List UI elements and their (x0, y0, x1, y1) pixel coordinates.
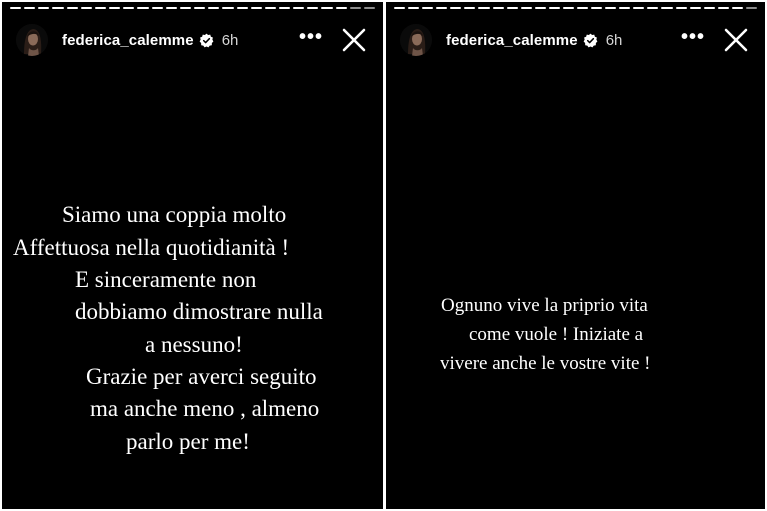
close-icon[interactable] (341, 27, 367, 53)
avatar[interactable] (16, 24, 48, 56)
story-text-line: E sinceramente non (75, 267, 257, 292)
story-text-line: Affettuosa nella quotidianità ! (13, 235, 290, 260)
story-text-line: Ognuno vive la priprio vita (441, 295, 648, 316)
story-panel-right[interactable]: federica_calemme 6h ••• Ognuno vive la p… (386, 2, 765, 509)
story-text-line: vivere anche le vostre vite ! (440, 353, 651, 374)
avatar[interactable] (400, 24, 432, 56)
verified-badge-icon (583, 33, 598, 48)
story-panel-left[interactable]: federica_calemme 6h ••• Siamo una coppia… (2, 2, 383, 509)
story-progress-bar (394, 7, 758, 9)
story-text-line: come vuole ! Iniziate a (469, 324, 644, 345)
story-text-line: Grazie per averci seguito (86, 364, 317, 389)
story-text-line: a nessuno! (145, 332, 243, 357)
story-text-line: dobbiamo dimostrare nulla (75, 299, 323, 324)
verified-badge-icon (199, 33, 214, 48)
avatar-image (16, 24, 48, 56)
post-time: 6h (605, 31, 623, 49)
username[interactable]: federica_calemme (62, 32, 194, 49)
more-options-button[interactable]: ••• (681, 27, 705, 47)
username[interactable]: federica_calemme (446, 32, 578, 49)
story-progress-bar (10, 7, 376, 9)
post-time: 6h (221, 31, 239, 49)
story-text-line: Siamo una coppia molto (62, 202, 287, 227)
close-icon[interactable] (723, 27, 749, 53)
story-text-line: ma anche meno , almeno (90, 396, 320, 421)
avatar-image (400, 24, 432, 56)
story-header: federica_calemme 6h ••• (400, 20, 755, 60)
story-header: federica_calemme 6h ••• (16, 20, 373, 60)
more-options-button[interactable]: ••• (299, 27, 323, 47)
story-text-line: parlo per me! (126, 429, 250, 454)
